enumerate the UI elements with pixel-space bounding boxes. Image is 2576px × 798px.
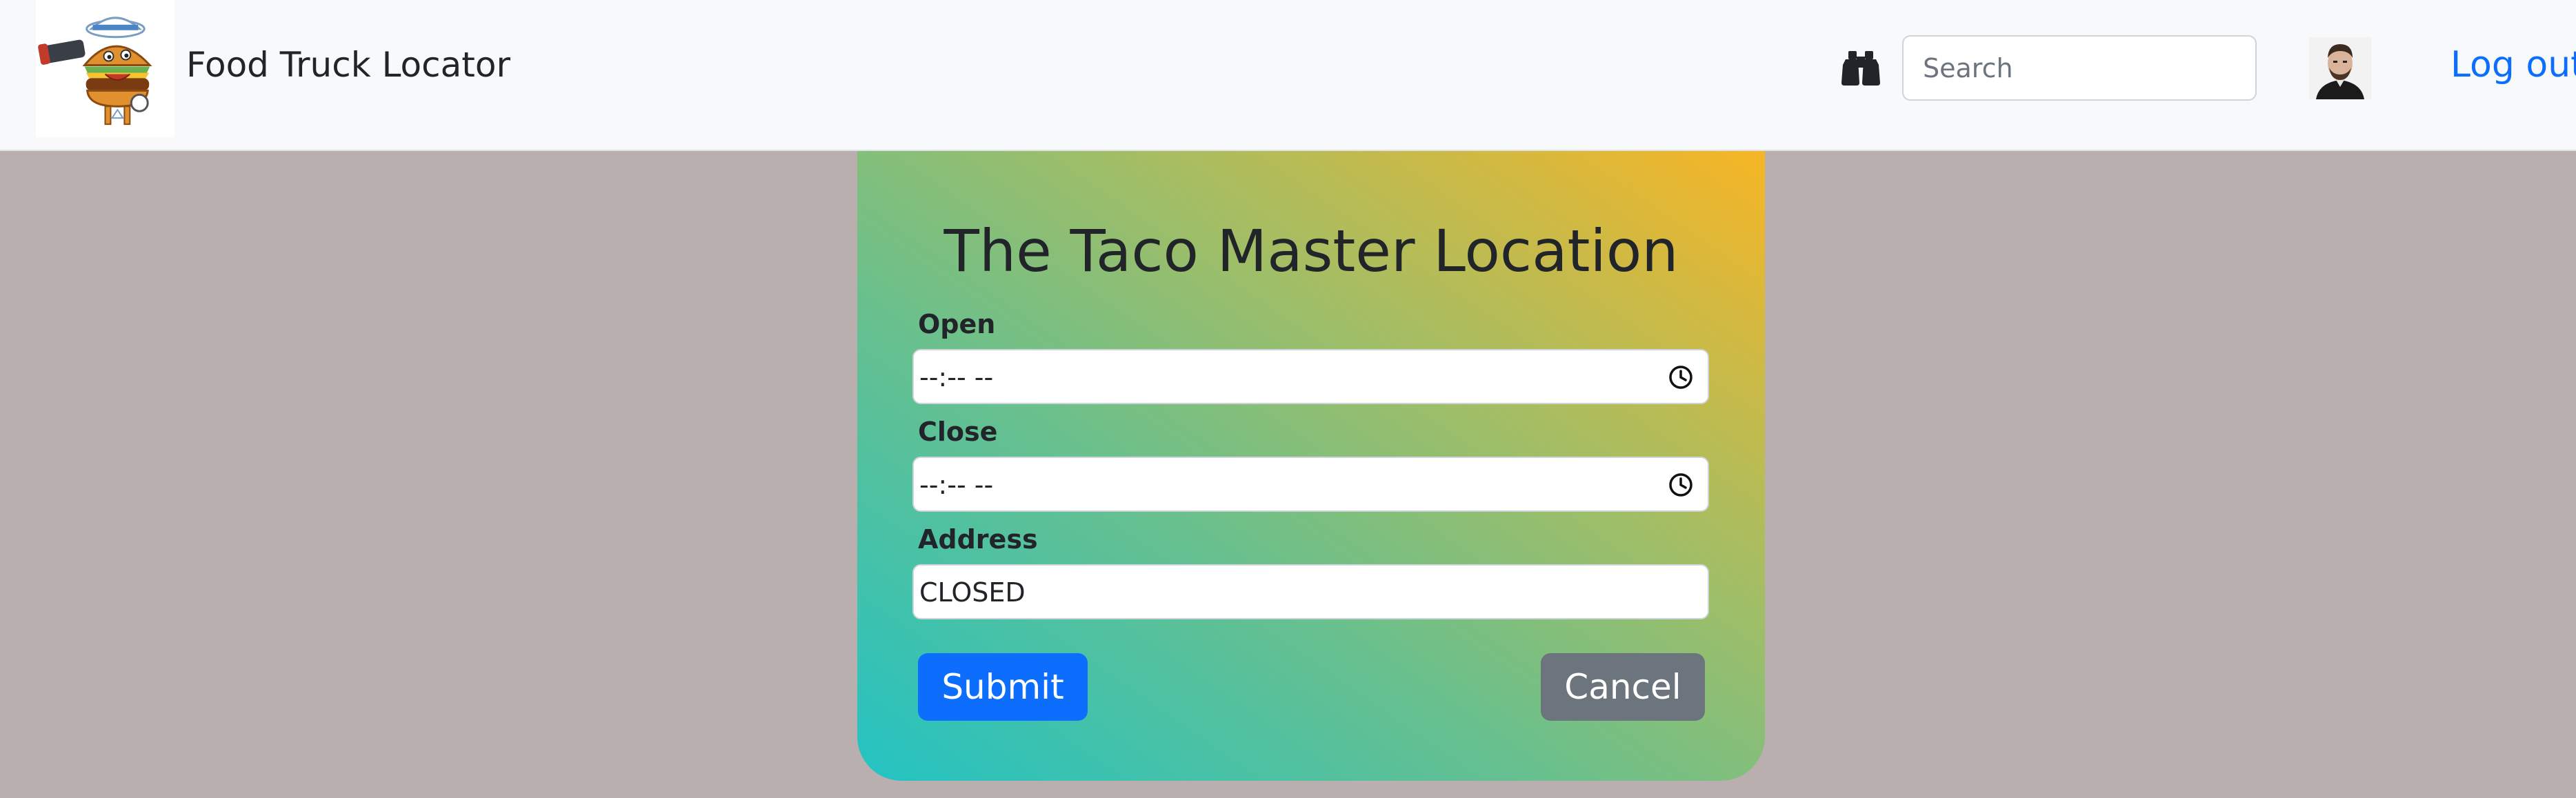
address-value: CLOSED — [919, 577, 1026, 608]
search-input[interactable] — [1902, 35, 2257, 101]
address-input[interactable]: CLOSED — [912, 564, 1709, 619]
top-navbar: Food Truck Locator Log out — [0, 0, 2576, 151]
address-label: Address — [918, 524, 1038, 555]
open-label: Open — [918, 309, 996, 339]
logout-link[interactable]: Log out — [2450, 43, 2576, 87]
clock-icon[interactable] — [1668, 472, 1694, 498]
close-time-value: --:-- -- — [919, 470, 994, 500]
submit-button[interactable]: Submit — [918, 653, 1088, 721]
location-form-card: The Taco Master Location Open --:-- -- C… — [857, 151, 1765, 781]
logo-graphic — [38, 17, 152, 126]
brand-title[interactable]: Food Truck Locator — [186, 43, 510, 87]
clock-icon[interactable] — [1668, 364, 1694, 390]
form-title: The Taco Master Location — [943, 217, 1679, 285]
close-time-input[interactable]: --:-- -- — [912, 457, 1709, 512]
binoculars-icon[interactable] — [1841, 50, 1880, 87]
open-time-value: --:-- -- — [919, 362, 994, 392]
burger-sailor-logo[interactable] — [36, 0, 174, 137]
avatar-image — [2309, 37, 2371, 99]
user-avatar[interactable] — [2309, 37, 2371, 99]
cancel-button[interactable]: Cancel — [1541, 653, 1705, 721]
close-label: Close — [918, 417, 998, 447]
open-time-input[interactable]: --:-- -- — [912, 349, 1709, 404]
